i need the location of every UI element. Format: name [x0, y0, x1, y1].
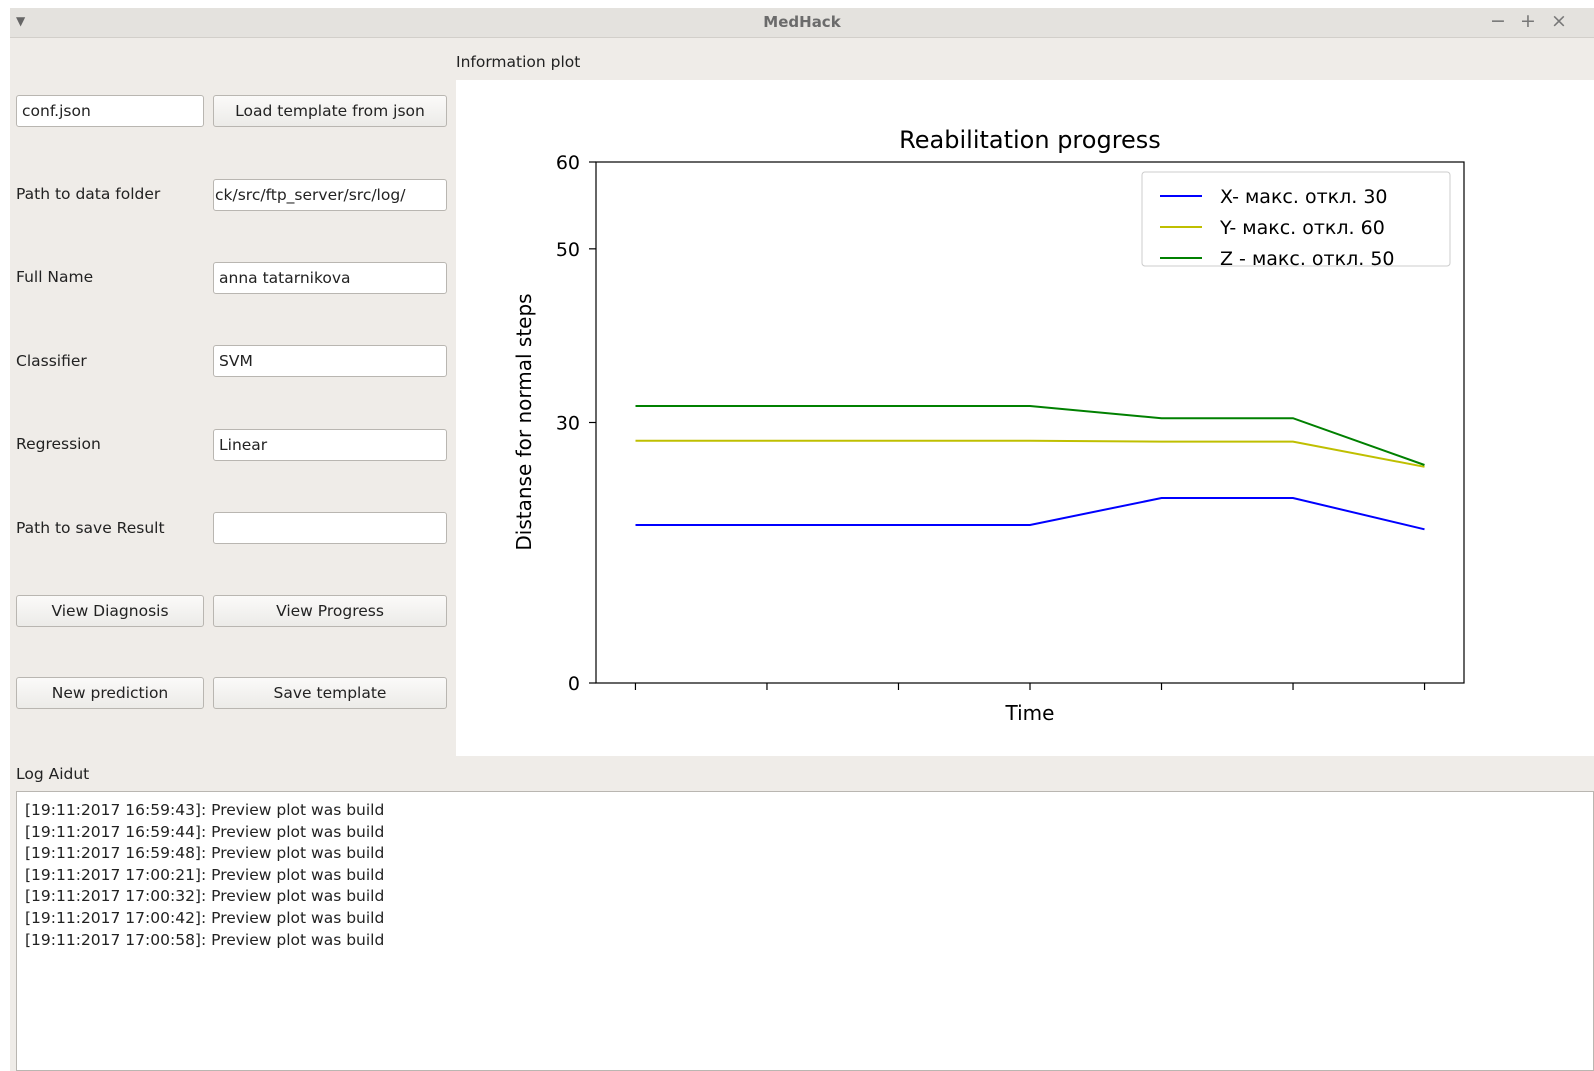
y-tick-label: 30: [556, 413, 580, 435]
save-template-button[interactable]: Save template: [213, 677, 447, 709]
chart-svg: Reabilitation progress 0 30 50 60 Time Dist…: [512, 126, 1465, 725]
log-line: [19:11:2017 17:00:32]: Preview plot was …: [25, 887, 385, 906]
minimize-icon[interactable]: −: [1490, 10, 1506, 32]
new-prediction-button[interactable]: New prediction: [16, 677, 204, 709]
save-result-label: Path to save Result: [16, 519, 165, 537]
log-line: [19:11:2017 16:59:48]: Preview plot was …: [25, 844, 385, 863]
classifier-input[interactable]: [213, 345, 447, 377]
log-line: [19:11:2017 17:00:21]: Preview plot was …: [25, 865, 385, 884]
x-axis-label: Time: [1005, 701, 1055, 725]
y-axis-label: Distanse for normal steps: [512, 293, 536, 550]
view-diagnosis-button[interactable]: View Diagnosis: [16, 595, 204, 627]
save-result-input[interactable]: [213, 512, 447, 544]
window-title: MedHack: [763, 13, 841, 31]
maximize-icon[interactable]: +: [1520, 10, 1536, 32]
legend-label: X- макс. откл. 30: [1220, 186, 1388, 208]
x-axis: [634, 683, 1426, 690]
legend: X- макс. откл. 30 Y- макс. откл. 60 Z - ма…: [1141, 171, 1451, 270]
log-line: [19:11:2017 17:00:58]: Preview plot was …: [25, 930, 385, 949]
full-name-label: Full Name: [16, 268, 94, 286]
regression-input[interactable]: [213, 429, 447, 461]
app-window: ▼ MedHack − + × Information plot Load te…: [10, 8, 1594, 1071]
series-line-2: [635, 439, 1425, 468]
data-folder-label: Path to data folder: [16, 185, 161, 203]
full-name-input[interactable]: [213, 262, 447, 294]
load-template-button[interactable]: Load template from json: [213, 95, 447, 127]
log-line: [19:11:2017 17:00:42]: Preview plot was …: [25, 908, 385, 927]
log-label: Log Aidut: [16, 765, 90, 783]
y-axis: 0 30 50 60: [556, 152, 596, 695]
data-folder-input[interactable]: [213, 179, 447, 211]
template-file-input[interactable]: [16, 95, 204, 127]
information-plot: Reabilitation progress 0 30 50 60 Time Dist…: [456, 80, 1594, 756]
plot-section-label: Information plot: [456, 53, 581, 71]
y-tick-label: 0: [568, 673, 580, 695]
legend-label: Z - макс. откл. 50: [1220, 248, 1395, 270]
series-line-1: [635, 497, 1425, 531]
classifier-label: Classifier: [16, 352, 87, 370]
view-progress-button[interactable]: View Progress: [213, 595, 447, 627]
log-textarea[interactable]: [19:11:2017 16:59:43]: Preview plot was …: [16, 791, 1594, 1071]
log-line: [19:11:2017 16:59:44]: Preview plot was …: [25, 822, 385, 841]
series-lines: [635, 405, 1425, 531]
y-tick-label: 60: [556, 152, 580, 174]
title-bar[interactable]: ▼ MedHack − + ×: [10, 8, 1594, 38]
close-icon[interactable]: ×: [1551, 10, 1567, 32]
legend-label: Y- макс. откл. 60: [1219, 217, 1385, 239]
log-line: [19:11:2017 16:59:43]: Preview plot was …: [25, 801, 385, 819]
regression-label: Regression: [16, 435, 101, 453]
series-line-3: [635, 405, 1425, 466]
y-tick-label: 50: [556, 239, 580, 261]
chart-title: Reabilitation progress: [899, 126, 1161, 154]
